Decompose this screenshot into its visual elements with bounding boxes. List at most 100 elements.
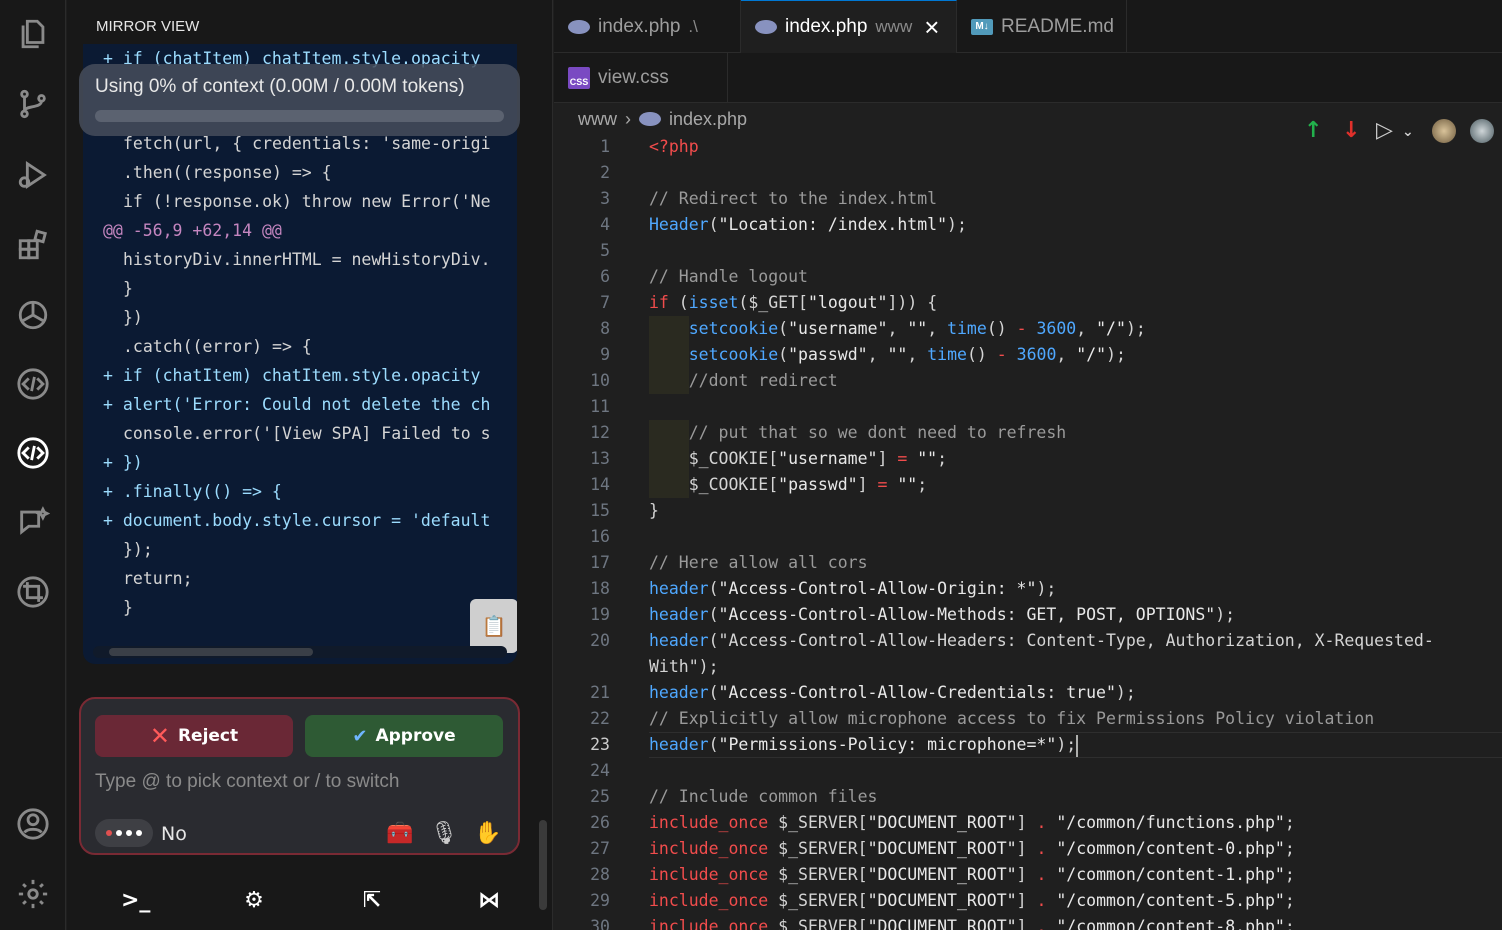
settings-gear-icon[interactable]: [13, 874, 53, 914]
code-line[interactable]: 6 // Handle logout: [554, 264, 1502, 290]
code-line[interactable]: 20 header("Access-Control-Allow-Headers: …: [554, 628, 1502, 654]
code-line[interactable]: 17 // Here allow all cors: [554, 550, 1502, 576]
line-number: 22: [590, 709, 610, 728]
code-line[interactable]: 8 setcookie("username", "", time() - 360…: [554, 316, 1502, 342]
scrollbar-thumb[interactable]: [109, 648, 313, 656]
toolbox-icon[interactable]: 🧰: [384, 817, 416, 849]
line-text: <?php: [649, 137, 699, 156]
code-line[interactable]: 26 include_once $_SERVER["DOCUMENT_ROOT"]…: [554, 810, 1502, 836]
code-line[interactable]: 22 // Explicitly allow microphone access …: [554, 706, 1502, 732]
mirror-view-panel: MIRROR VIEW + if (chatItem) chatItem.sty…: [67, 0, 553, 930]
code-line[interactable]: 10 //dont redirect: [554, 368, 1502, 394]
tab-index-php-root[interactable]: index.php .\: [554, 0, 741, 53]
close-tab-icon[interactable]: ×: [924, 12, 939, 43]
line-text: if (isset($_GET["logout"])) {: [649, 293, 938, 312]
run-debug-icon[interactable]: [13, 155, 53, 195]
openai-icon[interactable]: [13, 295, 53, 335]
code-line[interactable]: 29 include_once $_SERVER["DOCUMENT_ROOT"]…: [554, 888, 1502, 914]
breadcrumb-file[interactable]: index.php: [669, 109, 747, 130]
code-line[interactable]: 13 $_COOKIE["username"] = "";: [554, 446, 1502, 472]
code-line[interactable]: 25 // Include common files: [554, 784, 1502, 810]
line-number: 11: [590, 397, 610, 416]
php-file-icon: [755, 16, 777, 38]
extensions-icon[interactable]: [13, 225, 53, 265]
code-line[interactable]: 14 $_COOKIE["passwd"] = "";: [554, 472, 1502, 498]
code-line[interactable]: 2: [554, 160, 1502, 186]
markdown-file-icon: M↓: [971, 16, 993, 38]
code-assistant-active-icon[interactable]: [13, 433, 53, 473]
context-usage-text: Using 0% of context (0.00M / 0.00M token…: [95, 76, 465, 97]
line-number: 9: [600, 345, 610, 364]
line-number: 8: [600, 319, 610, 338]
copy-button[interactable]: 📋: [470, 599, 517, 653]
chat-input-placeholder[interactable]: Type @ to pick context or / to switch: [95, 771, 399, 793]
diff-line: console.error('[View SPA] Failed to s: [123, 424, 491, 443]
panel-scrollbar[interactable]: [537, 60, 549, 920]
gear-icon[interactable]: ⚙: [241, 888, 267, 914]
line-number: 21: [590, 683, 610, 702]
code-line[interactable]: 24: [554, 758, 1502, 784]
check-icon: ✔: [352, 725, 368, 747]
hand-icon[interactable]: ✋: [472, 817, 504, 849]
horizontal-scrollbar[interactable]: [93, 646, 507, 658]
line-text: // Here allow all cors: [649, 553, 868, 572]
line-number: 1: [600, 137, 610, 156]
share-icon[interactable]: ⋈: [476, 888, 502, 914]
code-line[interactable]: 5: [554, 238, 1502, 264]
reject-button[interactable]: ✕ Reject: [95, 715, 293, 757]
tab-readme[interactable]: M↓ README.md: [957, 0, 1127, 53]
line-text: // put that so we dont need to refresh: [649, 423, 1067, 442]
explorer-icon[interactable]: [13, 14, 53, 54]
diff-line-added: + }): [103, 453, 143, 472]
code-line[interactable]: 9 setcookie("passwd", "", time() - 3600,…: [554, 342, 1502, 368]
line-text: $_COOKIE["passwd"] = "";: [649, 475, 928, 494]
tab-label: view.css: [598, 67, 669, 88]
terminal-icon[interactable]: >_: [121, 888, 150, 914]
microphone-icon[interactable]: 🎙: [428, 817, 460, 849]
code-line[interactable]: 18 header("Access-Control-Allow-Origin: *…: [554, 576, 1502, 602]
line-number: 24: [590, 761, 610, 780]
mode-label[interactable]: No: [161, 823, 187, 845]
breadcrumb: www › index.php: [578, 108, 747, 130]
code-line[interactable]: 30 include_once $_SERVER["DOCUMENT_ROOT"]…: [554, 914, 1502, 930]
php-file-icon: [568, 16, 590, 38]
scrollbar-thumb[interactable]: [539, 820, 547, 910]
code-line[interactable]: 1 <?php: [554, 134, 1502, 160]
source-control-icon[interactable]: [13, 84, 53, 124]
crop-icon[interactable]: [13, 572, 53, 612]
chat-sparkle-icon[interactable]: [13, 502, 53, 542]
code-line[interactable]: 12 // put that so we dont need to refres…: [554, 420, 1502, 446]
open-external-icon[interactable]: ⇱: [359, 888, 385, 914]
tab-index-php-www[interactable]: index.php www ×: [741, 0, 957, 53]
code-line[interactable]: 16: [554, 524, 1502, 550]
approve-button[interactable]: ✔ Approve: [305, 715, 503, 757]
tab-view-css[interactable]: CSS view.css: [554, 53, 728, 103]
code-line[interactable]: 19 header("Access-Control-Allow-Methods: …: [554, 602, 1502, 628]
line-number: 26: [590, 813, 610, 832]
account-icon[interactable]: [13, 804, 53, 844]
code-line[interactable]: With");: [554, 654, 1502, 680]
tab-label: index.php: [598, 15, 681, 37]
line-text: // Handle logout: [649, 267, 808, 286]
mode-toggle[interactable]: [95, 819, 153, 847]
code-line[interactable]: 4 Header("Location: /index.html");: [554, 212, 1502, 238]
code-assistant-icon[interactable]: [13, 364, 53, 404]
line-number: 12: [590, 423, 610, 442]
code-line[interactable]: 27 include_once $_SERVER["DOCUMENT_ROOT"]…: [554, 836, 1502, 862]
code-line[interactable]: 21 header("Access-Control-Allow-Credentia…: [554, 680, 1502, 706]
code-line[interactable]: 28 include_once $_SERVER["DOCUMENT_ROOT"]…: [554, 862, 1502, 888]
editor-area: index.php .\ index.php www × M↓ README.m…: [554, 0, 1502, 930]
code-line[interactable]: 11: [554, 394, 1502, 420]
tab-bar-row-2: CSS view.css ↑ ↓ ▷ ⌄: [554, 53, 1502, 143]
diff-hunk-header: @@ -56,9 +62,14 @@: [103, 221, 282, 240]
code-line[interactable]: 3 // Redirect to the index.html: [554, 186, 1502, 212]
diff-line: return;: [123, 569, 193, 588]
code-line[interactable]: 7 if (isset($_GET["logout"])) {: [554, 290, 1502, 316]
diff-code-block[interactable]: + if (chatItem) chatItem.style.opacity f…: [83, 44, 517, 664]
diff-line: }: [123, 598, 133, 617]
code-line[interactable]: 15}: [554, 498, 1502, 524]
breadcrumb-folder[interactable]: www: [578, 109, 617, 130]
line-number: 13: [590, 449, 610, 468]
panel-footer: >_ ⚙ ⇱ ⋈: [67, 872, 537, 930]
code-line[interactable]: 23 header("Permissions-Policy: microphone…: [554, 732, 1502, 758]
